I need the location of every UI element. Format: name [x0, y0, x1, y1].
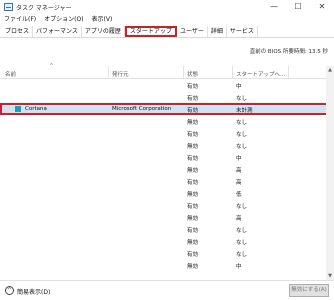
tab-services[interactable]: サービス — [227, 26, 258, 37]
tab-details[interactable]: 詳細 — [208, 26, 227, 37]
window-controls: — ☐ ✕ — [262, 0, 334, 14]
row-impact: なし — [236, 132, 248, 138]
table-row[interactable]: 有効 なし — [0, 223, 334, 235]
cortana-icon — [15, 106, 21, 112]
fewer-details-link[interactable]: 簡易表示(D) — [17, 287, 50, 296]
scroll-down-icon[interactable]: ▼ — [326, 272, 334, 280]
row-status: 無効 — [187, 192, 199, 198]
row-status: 無効 — [187, 168, 199, 174]
table-row[interactable]: 有効 なし — [0, 199, 334, 211]
column-header-startup-impact[interactable]: スタートアップへ... — [236, 70, 285, 78]
maximize-button[interactable]: ☐ — [286, 0, 310, 14]
row-impact: 中 — [236, 156, 242, 162]
row-impact: なし — [236, 240, 248, 246]
row-status: 有効 — [187, 132, 199, 138]
tab-performance[interactable]: パフォーマンス — [33, 26, 82, 37]
table-row[interactable]: 無効 高 — [0, 163, 334, 175]
table-row[interactable]: 無効 低 — [0, 187, 334, 199]
column-divider[interactable] — [288, 66, 289, 79]
row-status: 無効 — [187, 120, 199, 126]
table-row[interactable]: 無効 なし — [0, 235, 334, 247]
row-status: 有効 — [187, 180, 199, 186]
row-impact: 高 — [236, 168, 242, 174]
tab-app-history[interactable]: アプリの履歴 — [82, 26, 125, 37]
row-impact: 中 — [236, 84, 242, 90]
table-row[interactable]: 有効 なし — [0, 247, 334, 259]
menu-options[interactable]: オプション(O) — [44, 14, 83, 25]
tab-users[interactable]: ユーザー — [177, 26, 208, 37]
table-row[interactable]: 有効 なし — [0, 127, 334, 139]
table-header: 名前 発行元 状態 スタートアップへ... — [0, 66, 334, 79]
row-status: 有効 — [187, 156, 199, 162]
row-impact: なし — [236, 204, 248, 210]
row-impact: 高 — [236, 180, 242, 186]
row-status: 有効 — [187, 228, 199, 234]
close-button[interactable]: ✕ — [310, 0, 334, 14]
scroll-up-icon[interactable]: ▲ — [326, 66, 334, 74]
table-row[interactable]: 無効 中 — [0, 259, 334, 271]
row-impact: なし — [236, 120, 248, 126]
startup-list: 有効 中 有効 なし Cortana Microsoft Corporation… — [0, 79, 334, 271]
table-row[interactable]: 有効 中 — [0, 151, 334, 163]
bios-time-label: 直前の BIOS 所要時間: 13.5 秒 — [249, 49, 328, 55]
table-row[interactable]: 無効 なし — [0, 115, 334, 127]
tab-bar: プロセス パフォーマンス アプリの履歴 スタートアップ ユーザー 詳細 サービス — [0, 26, 334, 38]
row-status: 有効 — [187, 108, 199, 114]
row-impact: なし — [236, 228, 248, 234]
row-status: 有効 — [187, 96, 199, 102]
row-impact: 高 — [236, 216, 242, 222]
table-row[interactable]: 無効 なし — [0, 139, 334, 151]
row-status: 有効 — [187, 204, 199, 210]
column-header-name[interactable]: 名前 — [5, 70, 16, 78]
window-title: タスク マネージャー — [16, 5, 72, 12]
column-divider[interactable] — [183, 66, 184, 79]
row-status: 無効 — [187, 240, 199, 246]
table-row[interactable]: 有効 中 — [0, 79, 334, 91]
footer-bar: ^ 簡易表示(D) 無効にする(A) — [0, 280, 334, 300]
task-manager-icon — [4, 3, 13, 11]
row-impact: 未計測 — [236, 108, 253, 114]
vertical-scrollbar[interactable]: ▲ ▼ — [326, 66, 334, 280]
table-row[interactable]: 無効 高 — [0, 211, 334, 223]
disable-button[interactable]: 無効にする(A) — [289, 284, 329, 297]
row-impact: なし — [236, 144, 248, 150]
row-publisher: Microsoft Corporation — [112, 106, 172, 112]
minimize-button[interactable]: — — [262, 0, 286, 14]
table-row[interactable]: 有効 高 — [0, 175, 334, 187]
row-impact: なし — [236, 252, 248, 258]
row-impact: 低 — [236, 192, 242, 198]
menu-file[interactable]: ファイル(F) — [4, 14, 36, 25]
row-status: 無効 — [187, 264, 199, 270]
row-impact: なし — [236, 96, 248, 102]
column-divider[interactable] — [108, 66, 109, 79]
row-status: 無効 — [187, 144, 199, 150]
table-row[interactable]: 有効 なし — [0, 91, 334, 103]
row-status: 無効 — [187, 216, 199, 222]
row-impact: 中 — [236, 264, 242, 270]
column-divider[interactable] — [232, 66, 233, 79]
menu-bar: ファイル(F) オプション(O) 表示(V) — [0, 14, 334, 25]
row-status: 有効 — [187, 252, 199, 258]
column-header-publisher[interactable]: 発行元 — [112, 70, 129, 78]
chevron-up-icon[interactable]: ^ — [5, 286, 14, 295]
menu-view[interactable]: 表示(V) — [92, 14, 113, 25]
tab-startup[interactable]: スタートアップ — [124, 26, 177, 37]
row-status: 有効 — [187, 84, 199, 90]
title-bar: タスク マネージャー — ☐ ✕ — [0, 0, 334, 14]
row-name: Cortana — [25, 106, 47, 112]
tab-processes[interactable]: プロセス — [2, 26, 34, 37]
table-row-cortana[interactable]: Cortana Microsoft Corporation 有効 未計測 — [0, 103, 334, 115]
column-header-status[interactable]: 状態 — [187, 70, 198, 78]
